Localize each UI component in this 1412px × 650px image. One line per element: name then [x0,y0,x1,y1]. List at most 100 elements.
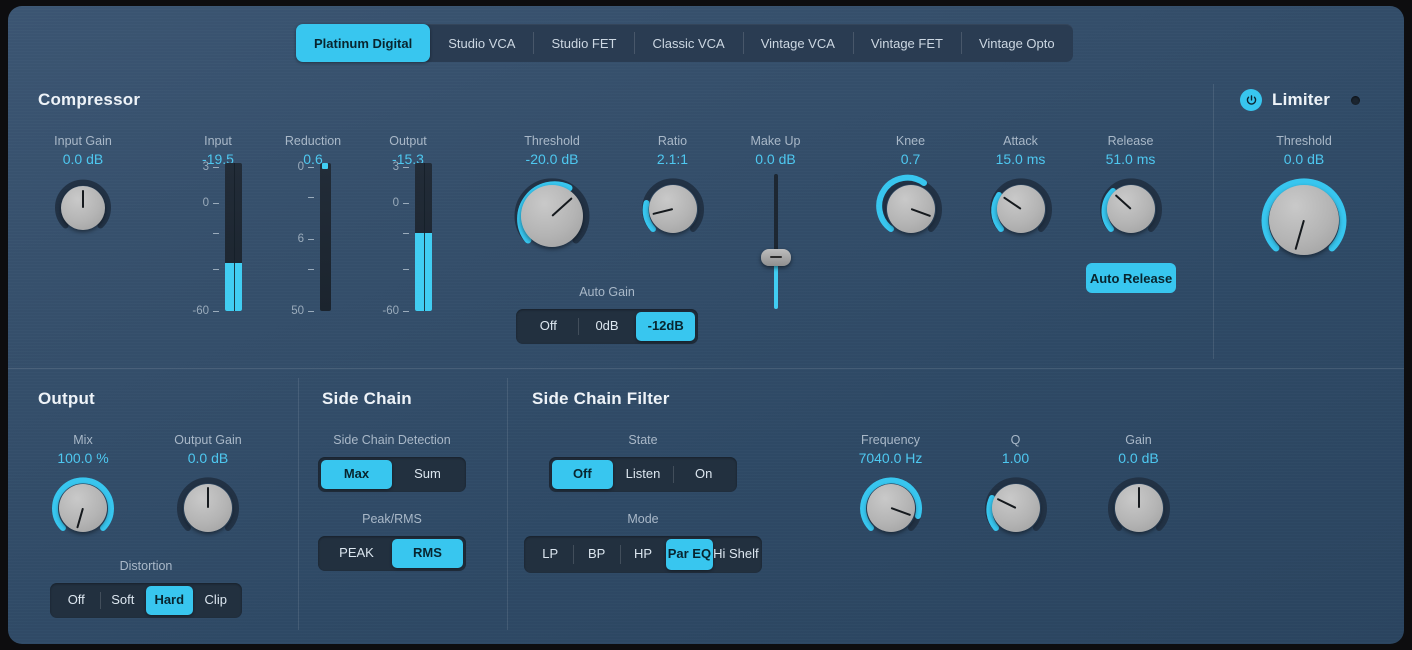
auto-gain-segment[interactable]: Off 0dB -12dB [516,309,698,344]
attack-label: Attack [968,134,1073,148]
distortion-option-hard[interactable]: Hard [146,586,193,615]
sc-filter-mode-segment[interactable]: LP BP HP Par EQ Hi Shelf [524,536,762,573]
auto-gain-option-off[interactable]: Off [519,312,578,341]
reduction-scale-0: 0 [298,161,304,173]
distortion-label: Distortion [50,559,242,573]
side-chain-detection-option-sum[interactable]: Sum [392,460,463,489]
ratio-knob[interactable] [639,175,707,243]
peak-rms-label: Peak/RMS [318,512,466,526]
frequency-label: Frequency [838,433,943,447]
distortion-segment[interactable]: Off Soft Hard Clip [50,583,242,618]
tab-classic-vca[interactable]: Classic VCA [634,24,742,62]
distortion-option-clip[interactable]: Clip [193,586,240,615]
output-gain-value: 0.0 dB [158,450,258,466]
side-chain-detection-segment[interactable]: Max Sum [318,457,466,492]
side-chain-divider-right [507,378,508,630]
tab-vintage-opto[interactable]: Vintage Opto [961,24,1073,62]
sc-gain-knob[interactable] [1105,474,1173,542]
sc-filter-mode-option-par-eq[interactable]: Par EQ [666,539,712,570]
input-meter-scale: 3 0 -60 [163,168,219,313]
sc-gain-value: 0.0 dB [1086,450,1191,466]
input-meter-bar [225,163,242,311]
make-up-value: 0.0 dB [723,151,828,167]
output-scale-4: -60 [382,305,399,317]
sc-filter-state-option-on[interactable]: On [673,460,734,489]
limiter-threshold-label: Threshold [1248,134,1360,148]
release-label: Release [1078,134,1183,148]
make-up-slider-handle[interactable] [761,249,791,266]
sc-filter-mode-option-hi-shelf[interactable]: Hi Shelf [713,539,759,570]
sc-filter-state-option-off[interactable]: Off [552,460,613,489]
sc-filter-state-option-listen[interactable]: Listen [613,460,674,489]
ratio-value: 2.1:1 [620,151,725,167]
limiter-threshold-value: 0.0 dB [1248,151,1360,167]
release-param: Release 51.0 ms [1078,134,1183,243]
knee-label: Knee [858,134,963,148]
output-gain-label: Output Gain [158,433,258,447]
reduction-meter-scale: 0 6 50 [258,168,314,313]
output-gain-knob[interactable] [174,474,242,542]
tab-platinum-digital[interactable]: Platinum Digital [296,24,430,62]
limiter-threshold-knob[interactable] [1257,173,1351,267]
output-meter: 3 0 -60 [353,168,463,313]
side-chain-divider-left [298,378,299,630]
input-meter: 3 0 -60 [163,168,273,313]
output-section-title: Output [38,389,95,409]
make-up-slider-track [774,174,778,258]
threshold-value: -20.0 dB [496,151,608,167]
input-meter-label: Input [163,134,273,148]
frequency-knob[interactable] [857,474,925,542]
limiter-power-icon[interactable] [1240,89,1262,111]
attack-knob[interactable] [987,175,1055,243]
side-chain-section-title: Side Chain [322,389,412,409]
q-knob[interactable] [982,474,1050,542]
output-scale-0: 3 [393,161,399,173]
auto-gain-option-minus12db[interactable]: -12dB [636,312,695,341]
ratio-label: Ratio [620,134,725,148]
reduction-meter-bar [320,163,331,311]
reduction-meter: 0 6 50 [258,168,368,313]
threshold-knob[interactable] [511,175,593,257]
reduction-scale-4: 50 [291,305,304,317]
sc-filter-mode-option-lp[interactable]: LP [527,539,573,570]
auto-gain-option-0db[interactable]: 0dB [578,312,637,341]
distortion-option-soft[interactable]: Soft [100,586,147,615]
sc-filter-mode-option-bp[interactable]: BP [573,539,619,570]
release-value: 51.0 ms [1078,151,1183,167]
input-gain-param: Input Gain 0.0 dB [28,134,138,239]
release-knob[interactable] [1097,175,1165,243]
frequency-value: 7040.0 Hz [838,450,943,466]
model-tab-bar[interactable]: Platinum Digital Studio VCA Studio FET C… [296,24,1073,62]
side-chain-detection-option-max[interactable]: Max [321,460,392,489]
input-gain-knob[interactable] [52,177,114,239]
tab-studio-fet[interactable]: Studio FET [533,24,634,62]
input-gain-label: Input Gain [28,134,138,148]
make-up-slider[interactable] [723,174,828,309]
tab-vintage-vca[interactable]: Vintage VCA [743,24,853,62]
sc-filter-state-segment[interactable]: Off Listen On [549,457,737,492]
tab-studio-vca[interactable]: Studio VCA [430,24,533,62]
peak-rms-option-rms[interactable]: RMS [392,539,463,568]
distortion-option-off[interactable]: Off [53,586,100,615]
mix-param: Mix 100.0 % [33,433,133,542]
tab-vintage-fet[interactable]: Vintage FET [853,24,961,62]
attack-param: Attack 15.0 ms [968,134,1073,243]
auto-gain-label: Auto Gain [516,285,698,299]
side-chain-detection-label: Side Chain Detection [318,433,466,447]
knee-knob[interactable] [877,175,945,243]
limiter-threshold-param: Threshold 0.0 dB [1248,134,1360,267]
peak-rms-segment[interactable]: PEAK RMS [318,536,466,571]
sc-gain-label: Gain [1086,433,1191,447]
compressor-plugin-window: Platinum Digital Studio VCA Studio FET C… [8,6,1404,644]
ratio-param: Ratio 2.1:1 [620,134,725,243]
sc-filter-mode-option-hp[interactable]: HP [620,539,666,570]
sc-filter-state-label: State [549,433,737,447]
peak-rms-option-peak[interactable]: PEAK [321,539,392,568]
output-gain-param: Output Gain 0.0 dB [158,433,258,542]
threshold-param: Threshold -20.0 dB [496,134,608,257]
mix-knob[interactable] [49,474,117,542]
limiter-section-title: Limiter [1272,90,1330,110]
auto-release-button[interactable]: Auto Release [1086,263,1176,293]
input-scale-1: 0 [203,197,209,209]
side-chain-filter-section-title: Side Chain Filter [532,389,670,409]
